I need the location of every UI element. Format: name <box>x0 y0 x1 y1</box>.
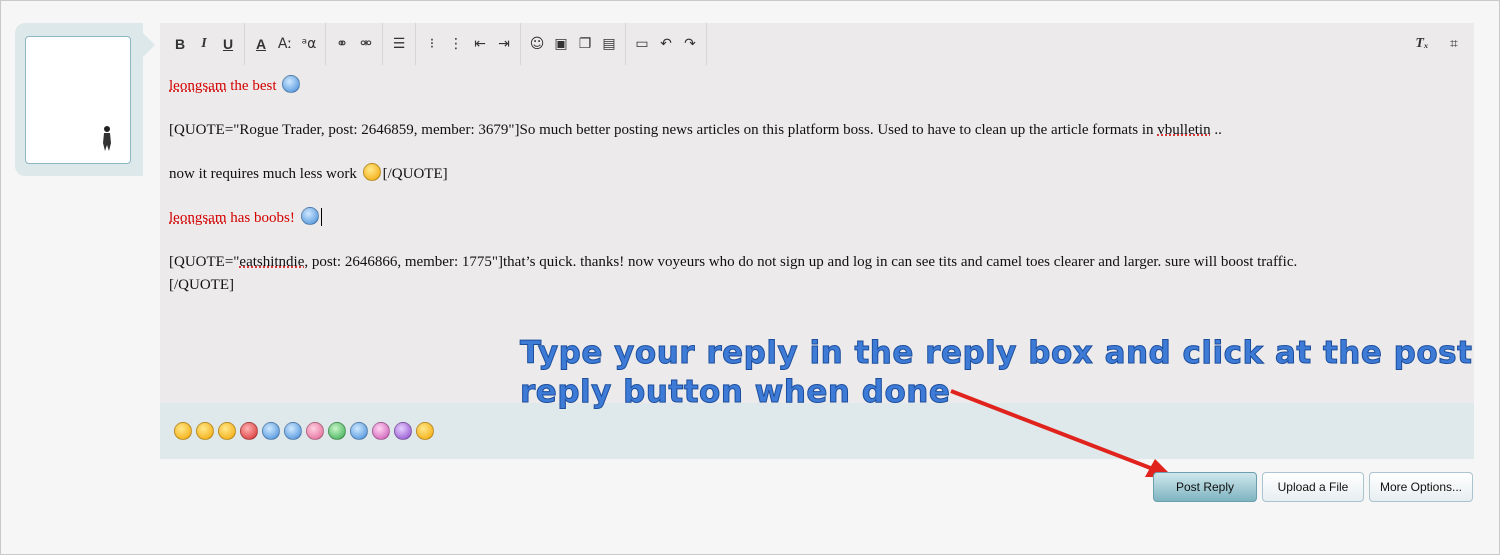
editor-line: leongsam has boobs! <box>169 207 1459 230</box>
editor-line: [QUOTE="Rogue Trader, post: 2646859, mem… <box>169 122 1222 138</box>
grin-icon[interactable] <box>328 422 346 440</box>
username-link: leongsam <box>169 78 227 94</box>
eek-icon[interactable] <box>262 422 280 440</box>
bold-button[interactable]: B <box>170 32 190 56</box>
align-icon[interactable]: ☰ <box>389 32 409 56</box>
editor-line: now it requires much less work [/QUOTE] <box>169 163 1459 186</box>
spellcheck-word: vbulletin <box>1157 122 1211 138</box>
avatar-figure-icon <box>103 126 111 151</box>
bbcode-toggle-icon[interactable]: ⌗ <box>1444 32 1464 56</box>
angry-icon[interactable] <box>240 422 258 440</box>
redo-icon[interactable]: ↷ <box>680 32 700 56</box>
smile-icon[interactable] <box>174 422 192 440</box>
indent-icon[interactable]: ⇥ <box>494 32 514 56</box>
editor-toolbar: B I U A Aː ᵃα ⚭ ⚮ ☰ ⁝ ⋮ ⇤ ⇥ ☺ ▣ ❐ ▤ ▭ ↶ … <box>160 23 1474 65</box>
quote-icon[interactable]: ▤ <box>599 32 619 56</box>
cool-smiley-icon <box>282 75 301 93</box>
reply-panel: B I U A Aː ᵃα ⚭ ⚮ ☰ ⁝ ⋮ ⇤ ⇥ ☺ ▣ ❐ ▤ ▭ ↶ … <box>0 0 1500 555</box>
smilie-icon[interactable]: ☺ <box>527 32 547 56</box>
font-family-button[interactable]: ᵃα <box>299 32 319 56</box>
username-link: leongsam <box>169 210 227 226</box>
upload-file-button[interactable]: Upload a File <box>1262 472 1364 502</box>
save-draft-icon[interactable]: ▭ <box>632 32 652 56</box>
tongue-icon[interactable] <box>306 422 324 440</box>
shocked-icon[interactable] <box>350 422 368 440</box>
unlink-icon[interactable]: ⚮ <box>356 32 376 56</box>
remove-format-icon[interactable]: Tₓ <box>1412 32 1432 56</box>
frown-icon[interactable] <box>218 422 236 440</box>
spellcheck-word: eatshitndie <box>239 254 305 270</box>
link-icon[interactable]: ⚭ <box>332 32 352 56</box>
grin-smiley-icon <box>362 163 381 181</box>
avatar[interactable] <box>25 36 131 164</box>
font-color-button[interactable]: A <box>251 32 271 56</box>
arrow-icon <box>950 389 1173 477</box>
editor-line: leongsam the best <box>169 75 1459 98</box>
italic-button[interactable]: I <box>194 32 214 56</box>
editor-line: [QUOTE="eatshitndie, post: 2646866, memb… <box>169 254 1298 270</box>
media-icon[interactable]: ❐ <box>575 32 595 56</box>
font-size-button[interactable]: Aː <box>275 32 295 56</box>
wink-icon[interactable] <box>416 422 434 440</box>
numbered-list-icon[interactable]: ⋮ <box>446 32 466 56</box>
love-icon[interactable] <box>372 422 390 440</box>
underline-button[interactable]: U <box>218 32 238 56</box>
shocked-smiley-icon <box>300 207 319 225</box>
text-caret <box>320 208 322 226</box>
image-icon[interactable]: ▣ <box>551 32 571 56</box>
cool-icon[interactable] <box>284 422 302 440</box>
more-options-button[interactable]: More Options... <box>1369 472 1473 502</box>
devil-icon[interactable] <box>394 422 412 440</box>
post-reply-button[interactable]: Post Reply <box>1153 472 1257 502</box>
undo-icon[interactable]: ↶ <box>656 32 676 56</box>
confused-icon[interactable] <box>196 422 214 440</box>
outdent-icon[interactable]: ⇤ <box>470 32 490 56</box>
editor-content[interactable]: leongsam the best [QUOTE="Rogue Trader, … <box>169 75 1459 297</box>
avatar-holder <box>15 23 155 176</box>
editor-line: [/QUOTE] <box>169 277 234 293</box>
bullet-list-icon[interactable]: ⁝ <box>422 32 442 56</box>
